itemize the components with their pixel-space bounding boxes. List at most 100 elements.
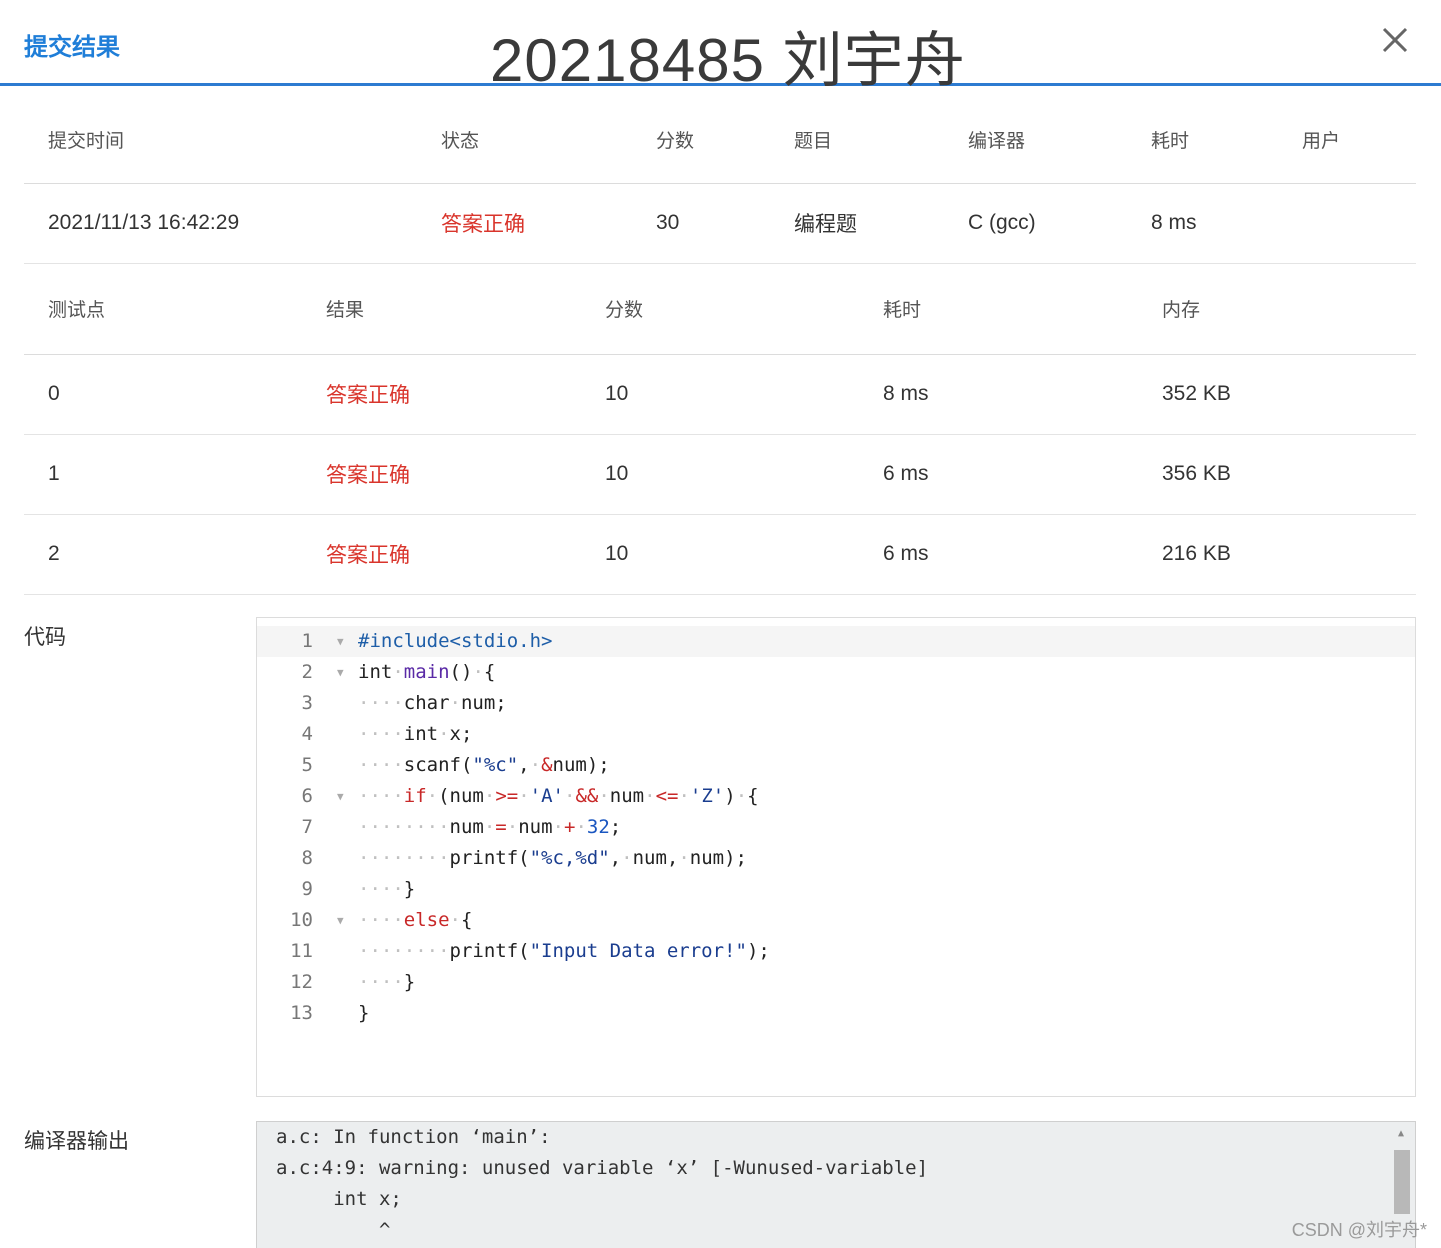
table-row: 2 答案正确 10 6 ms 216 KB xyxy=(24,514,1416,595)
line-number: 1 xyxy=(301,630,313,652)
code-line: 13} xyxy=(257,998,1415,1029)
total-score: 30 xyxy=(632,183,770,264)
col-header-elapsed: 耗时 xyxy=(1127,97,1278,184)
cases-header-row: 测试点 结果 分数 耗时 内存 xyxy=(24,264,1416,355)
code-line: 7 ········num·=·num·+·32; xyxy=(257,812,1415,843)
table-row: 0 答案正确 10 8 ms 352 KB xyxy=(24,354,1416,435)
code-text: ····} xyxy=(358,971,416,993)
case-id: 2 xyxy=(24,514,302,595)
code-label: 代码 xyxy=(24,626,66,649)
code-line: 2 ▼ int·main()·{ xyxy=(257,657,1415,688)
case-score: 10 xyxy=(581,354,859,435)
col-header-user: 用户 xyxy=(1278,97,1416,184)
case-id: 0 xyxy=(24,354,302,435)
output-line: int x; xyxy=(276,1188,402,1210)
code-text: ········num·=·num·+·32; xyxy=(358,816,622,838)
line-number: 4 xyxy=(301,723,313,745)
line-number: 10 xyxy=(290,909,313,931)
col-header-score: 分数 xyxy=(632,97,770,184)
col-header-case-time: 耗时 xyxy=(859,264,1138,355)
case-result: 答案正确 xyxy=(302,514,581,595)
line-number: 12 xyxy=(290,971,313,993)
fold-arrow-icon[interactable]: ▼ xyxy=(337,626,344,657)
col-header-memory: 内存 xyxy=(1138,264,1416,355)
close-button[interactable] xyxy=(1377,22,1413,58)
code-text: ····} xyxy=(358,878,416,900)
submission-summary-table: 提交时间 状态 分数 题目 编译器 耗时 用户 2021/11/13 16:42… xyxy=(24,97,1416,264)
code-viewer[interactable]: 1 ▼ #include<stdio.h> 2 ▼ int·main()·{ 3 ····ch… xyxy=(256,617,1416,1097)
case-result: 答案正确 xyxy=(302,354,581,435)
code-text: } xyxy=(358,1002,370,1024)
col-header-result: 结果 xyxy=(302,264,581,355)
compiler-output[interactable]: a.c: In function ‘main’: a.c:4:9: warnin… xyxy=(256,1121,1416,1248)
col-header-status: 状态 xyxy=(417,97,632,184)
code-line: 8 ········printf("%c,%d",·num,·num); xyxy=(257,843,1415,874)
code-line: 5 ····scanf("%c",·&num); xyxy=(257,750,1415,781)
status-badge: 答案正确 xyxy=(417,183,632,264)
code-line: 9 ····} xyxy=(257,874,1415,905)
col-header-submit-time: 提交时间 xyxy=(24,97,417,184)
code-line: 10 ▼ ····else·{ xyxy=(257,905,1415,936)
case-score: 10 xyxy=(581,514,859,595)
case-memory: 356 KB xyxy=(1138,434,1416,515)
output-line: ^ xyxy=(276,1219,391,1241)
summary-header-row: 提交时间 状态 分数 题目 编译器 耗时 用户 xyxy=(24,97,1416,184)
code-line: 11 ········printf("Input Data error!"); xyxy=(257,936,1415,967)
case-memory: 216 KB xyxy=(1138,514,1416,595)
code-text: ····else·{ xyxy=(358,909,473,931)
code-text: int·main()·{ xyxy=(358,661,496,683)
output-line: a.c:4:9: warning: unused variable ‘x’ [-… xyxy=(276,1157,929,1179)
fold-arrow-icon[interactable]: ▼ xyxy=(337,905,344,936)
code-text: ········printf("Input Data error!"); xyxy=(358,940,770,962)
case-time: 6 ms xyxy=(859,434,1138,515)
user-name xyxy=(1278,183,1416,264)
watermark: CSDN @刘宇舟* xyxy=(1291,1220,1427,1240)
code-text: ····int·x; xyxy=(358,723,473,745)
line-number: 2 xyxy=(301,661,313,683)
fold-arrow-icon[interactable]: ▼ xyxy=(337,657,344,688)
scroll-up-icon[interactable]: ▲ xyxy=(1391,1126,1411,1142)
case-memory: 352 KB xyxy=(1138,354,1416,435)
code-line: 3 ····char·num; xyxy=(257,688,1415,719)
compiler-name: C (gcc) xyxy=(944,183,1127,264)
line-number: 11 xyxy=(290,940,313,962)
col-header-problem: 题目 xyxy=(770,97,944,184)
close-icon xyxy=(1382,27,1408,53)
line-number: 13 xyxy=(290,1002,313,1024)
elapsed-time: 8 ms xyxy=(1127,183,1278,264)
case-result: 答案正确 xyxy=(302,434,581,515)
line-number: 9 xyxy=(301,878,313,900)
dialog-header: 提交结果 20218485 刘宇舟 xyxy=(0,0,1441,94)
code-text: ····scanf("%c",·&num); xyxy=(358,754,610,776)
dialog-title: 提交结果 xyxy=(24,34,120,61)
code-text: #include<stdio.h> xyxy=(358,630,553,652)
code-line: 1 ▼ #include<stdio.h> xyxy=(257,626,1415,657)
col-header-case: 测试点 xyxy=(24,264,302,355)
test-cases-table: 测试点 结果 分数 耗时 内存 0 答案正确 10 8 ms 352 KB 1 … xyxy=(24,264,1416,595)
col-header-case-score: 分数 xyxy=(581,264,859,355)
line-number: 6 xyxy=(301,785,313,807)
output-line: a.c: In function ‘main’: xyxy=(276,1126,551,1148)
overlay-student-name: 20218485 刘宇舟 xyxy=(490,27,966,94)
col-header-compiler: 编译器 xyxy=(944,97,1127,184)
code-line: 4 ····int·x; xyxy=(257,719,1415,750)
case-time: 6 ms xyxy=(859,514,1138,595)
code-line: 6 ▼ ····if·(num·>=·'A'·&&·num·<=·'Z')·{ xyxy=(257,781,1415,812)
table-row: 1 答案正确 10 6 ms 356 KB xyxy=(24,434,1416,515)
problem-name: 编程题 xyxy=(770,183,944,264)
submit-time: 2021/11/13 16:42:29 xyxy=(24,183,417,264)
line-number: 5 xyxy=(301,754,313,776)
compiler-output-label: 编译器输出 xyxy=(24,1130,129,1153)
scroll-thumb[interactable] xyxy=(1394,1150,1410,1214)
case-time: 8 ms xyxy=(859,354,1138,435)
code-text: ········printf("%c,%d",·num,·num); xyxy=(358,847,747,869)
line-number: 8 xyxy=(301,847,313,869)
code-line: 12 ····} xyxy=(257,967,1415,998)
line-number: 7 xyxy=(301,816,313,838)
code-text: ····char·num; xyxy=(358,692,507,714)
fold-arrow-icon[interactable]: ▼ xyxy=(337,781,344,812)
code-text: ····if·(num·>=·'A'·&&·num·<=·'Z')·{ xyxy=(358,785,759,807)
case-score: 10 xyxy=(581,434,859,515)
summary-row: 2021/11/13 16:42:29 答案正确 30 编程题 C (gcc) … xyxy=(24,183,1416,264)
line-number: 3 xyxy=(301,692,313,714)
